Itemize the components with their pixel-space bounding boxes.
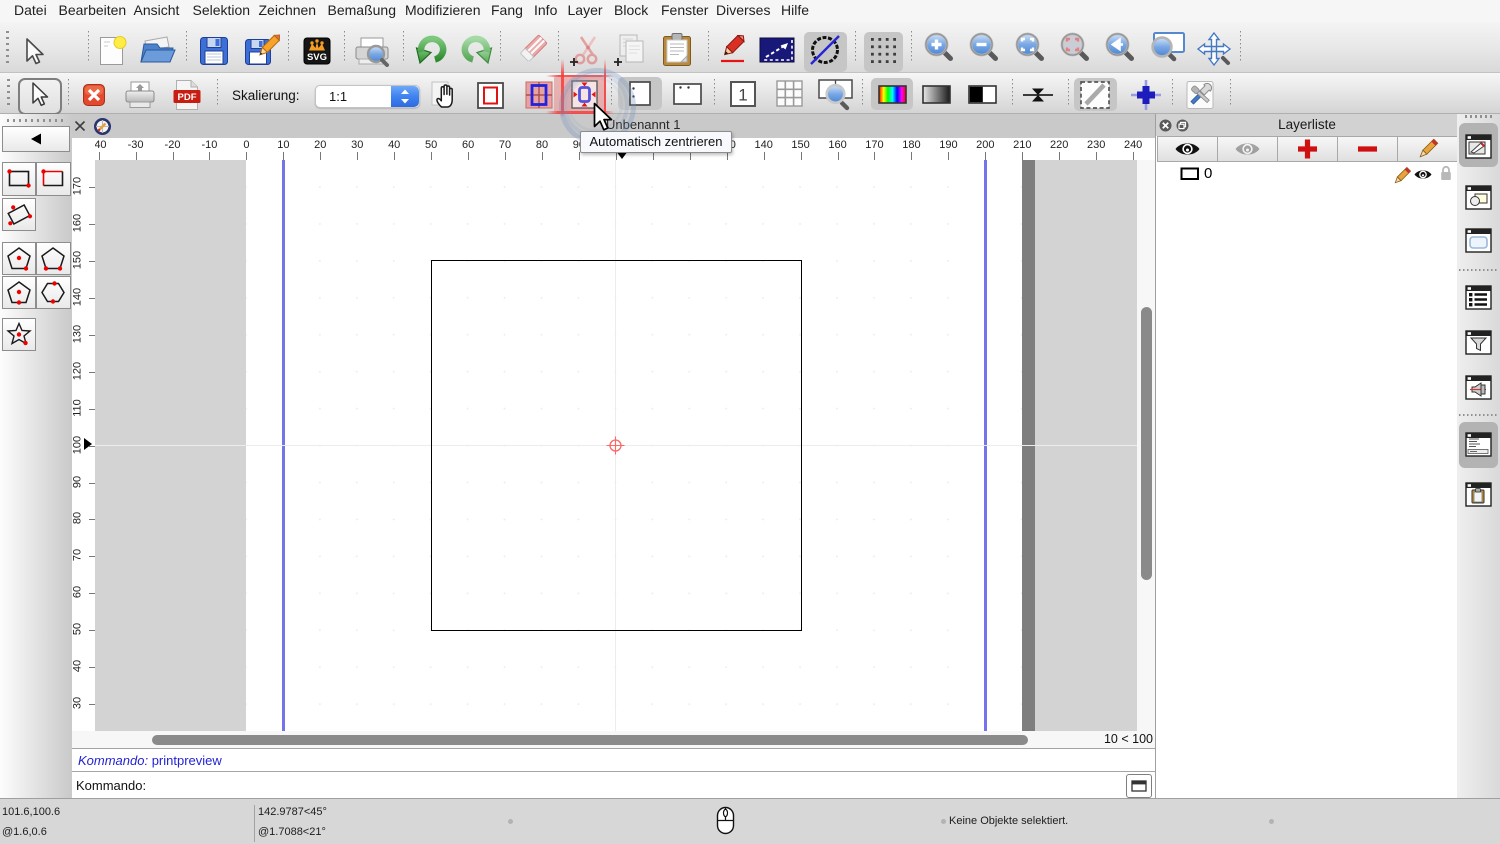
svg-text:SVG: SVG [307,52,327,63]
svg-text:PDF: PDF [178,92,197,103]
svg-text:1: 1 [738,85,747,104]
